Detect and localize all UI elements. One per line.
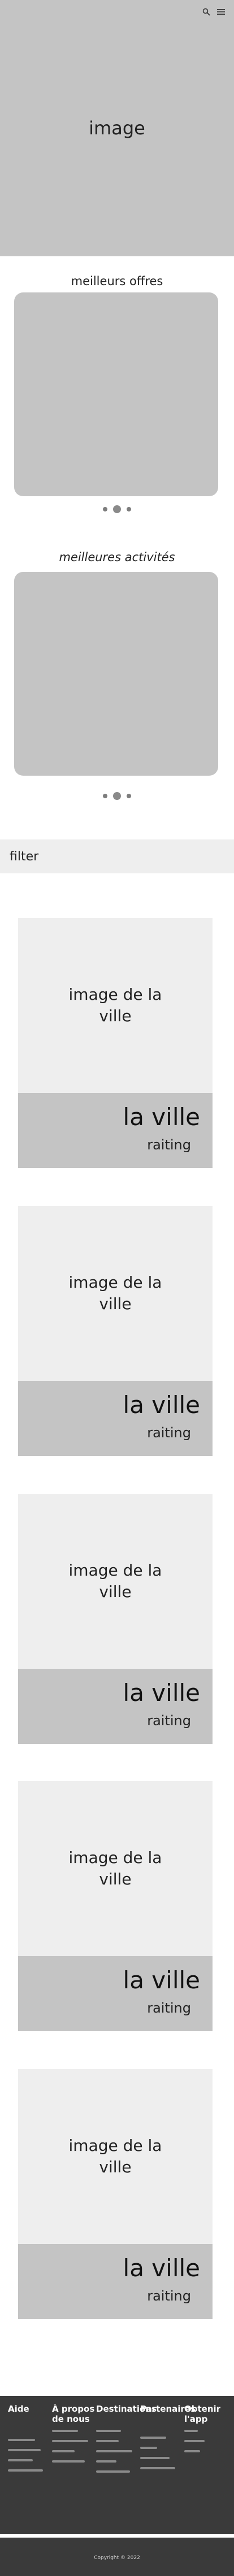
footer-link[interactable] bbox=[140, 2467, 175, 2469]
footer-column-about: À propos de nous bbox=[52, 2404, 96, 2481]
footer-link[interactable] bbox=[52, 2440, 88, 2442]
footer-link[interactable] bbox=[96, 2470, 130, 2473]
footer-link[interactable] bbox=[52, 2430, 78, 2432]
city-rating: raiting bbox=[147, 1425, 191, 1441]
footer-column-app: Obtenir l'app bbox=[184, 2404, 228, 2481]
footer-link[interactable] bbox=[184, 2430, 198, 2432]
city-image: image de la ville bbox=[18, 1781, 213, 1956]
footer-column-help: Aide bbox=[8, 2404, 52, 2481]
offers-carousel[interactable] bbox=[14, 292, 218, 496]
search-icon[interactable] bbox=[202, 8, 210, 16]
filter-bar[interactable]: filter bbox=[0, 839, 234, 873]
carousel-dot[interactable] bbox=[103, 507, 107, 511]
activities-carousel-dots bbox=[0, 792, 234, 800]
city-name: la ville bbox=[123, 1391, 200, 1419]
footer-link[interactable] bbox=[140, 2457, 170, 2459]
footer-link[interactable] bbox=[96, 2460, 116, 2463]
city-name: la ville bbox=[123, 2254, 200, 2282]
footer: Aide À propos de nous Destinations Parte… bbox=[0, 2396, 234, 2576]
footer-link[interactable] bbox=[8, 2439, 35, 2441]
footer-column-title: Partenaires bbox=[140, 2404, 196, 2414]
city-card[interactable]: image de la ville la ville raiting bbox=[18, 2069, 213, 2319]
city-rating: raiting bbox=[147, 2288, 191, 2304]
footer-column-title: À propos de nous bbox=[52, 2404, 95, 2424]
carousel-dot-active[interactable] bbox=[113, 792, 121, 800]
city-image: image de la ville bbox=[18, 2069, 213, 2244]
offers-carousel-dots bbox=[0, 505, 234, 513]
city-card-footer: la ville raiting bbox=[18, 2244, 213, 2319]
city-rating: raiting bbox=[147, 1137, 191, 1153]
city-card-footer: la ville raiting bbox=[18, 1093, 213, 1168]
city-image: image de la ville bbox=[18, 1494, 213, 1669]
city-rating: raiting bbox=[147, 1713, 191, 1729]
copyright: Copyright © 2022 bbox=[94, 2555, 140, 2561]
footer-link[interactable] bbox=[96, 2450, 132, 2452]
footer-link[interactable] bbox=[8, 2449, 41, 2451]
footer-link[interactable] bbox=[184, 2440, 205, 2442]
footer-link[interactable] bbox=[140, 2447, 157, 2449]
footer-link[interactable] bbox=[52, 2460, 85, 2463]
footer-link[interactable] bbox=[8, 2469, 43, 2472]
city-image: image de la ville bbox=[18, 1206, 213, 1381]
offers-title: meilleurs offres bbox=[71, 274, 163, 288]
carousel-dot-active[interactable] bbox=[113, 505, 121, 513]
footer-column-partners: Partenaires bbox=[140, 2404, 196, 2481]
city-name: la ville bbox=[123, 1966, 200, 1994]
footer-link[interactable] bbox=[52, 2450, 75, 2452]
activities-carousel[interactable] bbox=[14, 572, 218, 776]
footer-link[interactable] bbox=[96, 2430, 121, 2432]
hero-image: image bbox=[0, 0, 234, 256]
footer-columns: Aide À propos de nous Destinations Parte… bbox=[8, 2404, 228, 2481]
carousel-dot[interactable] bbox=[103, 794, 107, 798]
city-card-footer: la ville raiting bbox=[18, 1381, 213, 1456]
city-card[interactable]: image de la ville la ville raiting bbox=[18, 1494, 213, 1744]
filter-label: filter bbox=[10, 849, 39, 864]
footer-link[interactable] bbox=[8, 2459, 33, 2461]
footer-divider bbox=[0, 2534, 234, 2538]
footer-column-title: Obtenir l'app bbox=[184, 2404, 221, 2424]
city-name: la ville bbox=[123, 1679, 200, 1707]
city-card[interactable]: image de la ville la ville raiting bbox=[18, 918, 213, 1168]
footer-link[interactable] bbox=[184, 2450, 200, 2452]
city-card-footer: la ville raiting bbox=[18, 1956, 213, 2031]
carousel-dot[interactable] bbox=[127, 507, 131, 511]
city-name: la ville bbox=[123, 1103, 200, 1131]
footer-link[interactable] bbox=[96, 2440, 119, 2442]
city-card-footer: la ville raiting bbox=[18, 1669, 213, 1744]
footer-column-destinations: Destinations bbox=[96, 2404, 157, 2481]
city-card[interactable]: image de la ville la ville raiting bbox=[18, 1206, 213, 1456]
footer-column-title: Destinations bbox=[96, 2404, 157, 2414]
carousel-dot[interactable] bbox=[127, 794, 131, 798]
city-rating: raiting bbox=[147, 2000, 191, 2016]
city-card[interactable]: image de la ville la ville raiting bbox=[18, 1781, 213, 2031]
city-image: image de la ville bbox=[18, 918, 213, 1093]
hero-image-label: image bbox=[89, 117, 145, 139]
footer-column-title: Aide bbox=[8, 2404, 29, 2414]
footer-link[interactable] bbox=[140, 2437, 166, 2439]
activities-title: meilleures activités bbox=[59, 550, 175, 564]
header-icons bbox=[202, 8, 225, 16]
menu-icon[interactable] bbox=[217, 8, 225, 15]
